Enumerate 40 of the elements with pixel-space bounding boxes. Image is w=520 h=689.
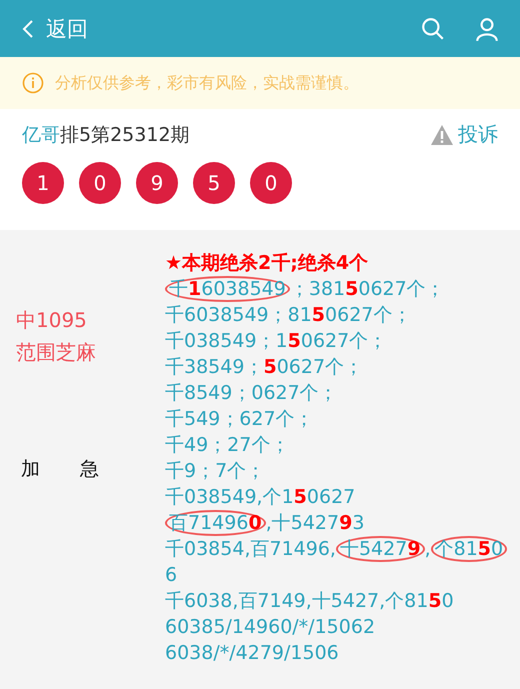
- number-ball: 0: [250, 162, 292, 204]
- circled-text: 十54279: [336, 536, 425, 562]
- chevron-left-icon: [22, 18, 34, 38]
- analysis-text: ,十542793: [266, 512, 364, 534]
- circled-text: 百714960: [165, 510, 266, 536]
- analysis-text: ；38150627个；: [290, 278, 445, 300]
- analysis-text: 千8549；0627个；: [165, 382, 338, 404]
- result-text: 范围芝麻: [16, 339, 97, 366]
- urgent-label: 加: [21, 457, 40, 482]
- analysis-text: 千9；7个；: [165, 460, 266, 482]
- analysis-text: 千38549；50627个；: [165, 356, 364, 378]
- number-ball: 0: [79, 162, 121, 204]
- headline-text: ★本期绝杀2千;绝杀4个: [165, 251, 370, 276]
- analysis-text: 6: [165, 564, 178, 586]
- warning-icon: [430, 124, 454, 146]
- info-icon: [22, 72, 44, 94]
- analysis-text: 千038549,个150627: [165, 486, 356, 508]
- back-button[interactable]: 返回: [22, 14, 88, 42]
- analysis-text: 千03854,百71496,: [165, 538, 336, 560]
- analysis-text: 千6038,百7149,十5427,个8150: [165, 590, 454, 612]
- circled-text: 个8150: [430, 536, 508, 562]
- number-ball: 1: [22, 162, 64, 204]
- analysis-text: 60385/14960/*/15062: [165, 616, 376, 638]
- number-ball: 5: [193, 162, 235, 204]
- analysis-text: 千49；27个；: [165, 434, 290, 456]
- analysis-text: 千6038549；8150627个；: [165, 304, 412, 326]
- search-icon[interactable]: [420, 16, 446, 42]
- circled-text: 千16038549: [165, 276, 290, 302]
- number-ball: 9: [136, 162, 178, 204]
- analysis-text: 千549；627个；: [165, 408, 314, 430]
- author-name[interactable]: 亿哥: [22, 124, 60, 146]
- user-icon[interactable]: [474, 16, 500, 42]
- analysis-text: ,: [424, 538, 431, 560]
- analysis-text: 6038/*/4279/1506: [165, 642, 339, 664]
- urgent-label: 急: [80, 457, 99, 482]
- issue-title: 排5第25312期: [60, 124, 190, 146]
- complaint-button[interactable]: 投诉: [430, 121, 498, 148]
- analysis-text: 千038549；150627个；: [165, 330, 388, 352]
- notice-text: 分析仅供参考，彩市有风险，实战需谨慎。: [55, 72, 359, 94]
- result-text: 中1095: [16, 307, 88, 334]
